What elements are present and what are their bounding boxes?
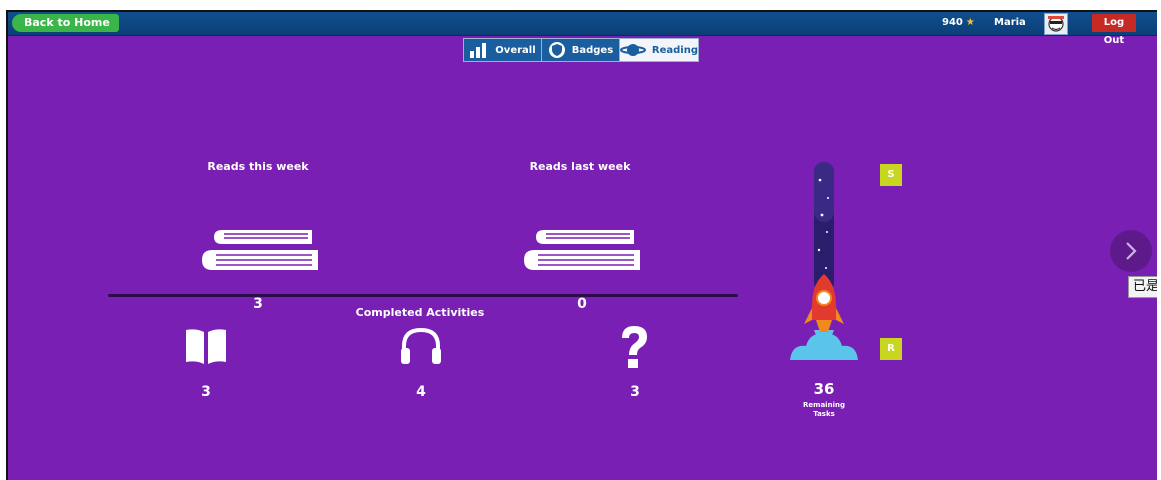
section-divider bbox=[108, 294, 738, 297]
bar-chart-icon bbox=[470, 43, 487, 58]
completed-activities-title: Completed Activities bbox=[355, 306, 485, 319]
tab-badges[interactable]: Badges bbox=[542, 39, 620, 61]
tab-badges-label: Badges bbox=[571, 44, 614, 56]
quiz-activities-count: 3 bbox=[630, 384, 640, 400]
tab-overall[interactable]: Overall bbox=[464, 39, 542, 61]
remaining-label-line2: Tasks bbox=[813, 410, 835, 418]
question-mark-icon bbox=[622, 326, 647, 368]
open-book-icon bbox=[186, 329, 226, 364]
tooltip: 已是 bbox=[1128, 276, 1157, 298]
top-bar: Back to Home 940 ★ Maria Log Out bbox=[8, 12, 1157, 46]
tab-overall-label: Overall bbox=[495, 44, 536, 56]
remaining-tasks-label: Remaining Tasks bbox=[794, 401, 854, 419]
next-level-badge: S bbox=[880, 164, 902, 186]
tab-reading-label: Reading bbox=[651, 44, 698, 56]
remaining-label-line1: Remaining bbox=[803, 401, 845, 409]
chevron-right-icon bbox=[1126, 242, 1137, 260]
star-icon: ★ bbox=[965, 17, 975, 28]
read-activities-count: 3 bbox=[201, 384, 211, 400]
listen-activities-count: 4 bbox=[416, 384, 426, 400]
reads-this-week-value: 3 bbox=[253, 296, 263, 312]
remaining-tasks-count: 36 bbox=[813, 380, 835, 398]
star-count: 940 ★ bbox=[942, 17, 975, 28]
user-name: Maria bbox=[994, 17, 1026, 28]
book-stack-icon bbox=[202, 230, 318, 270]
rocket-progress-icon bbox=[790, 162, 858, 360]
reading-dashboard: Back to Home 940 ★ Maria Log Out Overall … bbox=[6, 10, 1157, 480]
back-to-home-button[interactable]: Back to Home bbox=[12, 14, 119, 32]
shield-icon bbox=[548, 42, 565, 58]
star-count-value: 940 bbox=[942, 17, 963, 28]
tab-reading[interactable]: Reading bbox=[619, 39, 698, 61]
log-out-button[interactable]: Log Out bbox=[1092, 14, 1136, 46]
book-stack-icon bbox=[524, 230, 640, 270]
headphones-icon bbox=[401, 327, 441, 364]
next-page-button[interactable] bbox=[1110, 230, 1152, 272]
avatar[interactable] bbox=[1044, 13, 1068, 35]
planet-icon bbox=[619, 44, 646, 56]
current-level-badge: R bbox=[880, 338, 902, 360]
reads-this-week-label: Reads this week bbox=[207, 160, 309, 173]
reads-last-week-value: 0 bbox=[577, 296, 587, 312]
tab-bar: Overall Badges Reading bbox=[463, 38, 699, 62]
reads-last-week-label: Reads last week bbox=[529, 160, 631, 173]
